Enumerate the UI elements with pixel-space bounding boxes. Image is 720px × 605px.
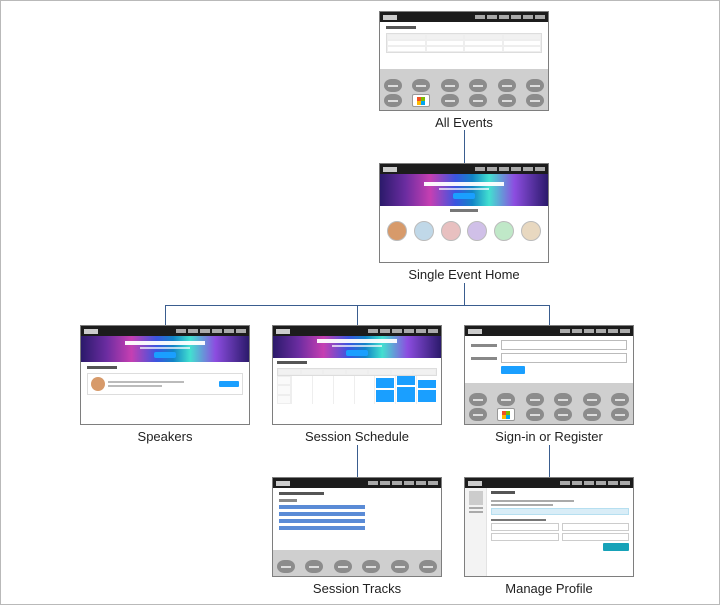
avatar xyxy=(467,221,487,241)
avatar xyxy=(494,221,514,241)
speaker-card xyxy=(87,373,243,395)
profile-photo xyxy=(469,491,483,505)
node-signin[interactable]: Sign-in or Register xyxy=(464,325,634,444)
caption-all-events: All Events xyxy=(435,115,493,130)
password-field xyxy=(501,353,627,363)
sponsor-heading xyxy=(469,386,629,391)
avatar xyxy=(387,221,407,241)
thumb-single-event-home xyxy=(379,163,549,263)
avatar xyxy=(521,221,541,241)
signin-button xyxy=(501,366,525,374)
thumb-session-tracks xyxy=(272,477,442,577)
caption-speakers: Speakers xyxy=(138,429,193,444)
avatar xyxy=(414,221,434,241)
sponsor-heading xyxy=(277,553,437,558)
node-session-tracks[interactable]: Session Tracks xyxy=(272,477,442,596)
thumb-session-schedule xyxy=(272,325,442,425)
hero-title xyxy=(424,182,504,186)
thumb-manage-profile xyxy=(464,477,634,577)
node-speakers[interactable]: Speakers xyxy=(80,325,250,444)
page-heading xyxy=(491,491,515,494)
caption-session-tracks: Session Tracks xyxy=(313,581,401,596)
page-heading xyxy=(386,26,416,29)
page-heading xyxy=(279,492,324,495)
speaker-avatars xyxy=(380,214,548,248)
events-table xyxy=(386,33,542,53)
edge-drop-signin xyxy=(549,305,550,325)
sitemap-diagram: All Events Single Event Home xyxy=(0,0,720,605)
caption-signin: Sign-in or Register xyxy=(495,429,603,444)
node-single-event-home[interactable]: Single Event Home xyxy=(379,163,549,282)
track-link xyxy=(279,505,365,509)
sponsor-heading xyxy=(384,72,544,77)
avatar xyxy=(441,221,461,241)
schedule-grid xyxy=(277,376,437,404)
avatar xyxy=(91,377,105,391)
caption-manage-profile: Manage Profile xyxy=(505,581,592,596)
caption-single-event-home: Single Event Home xyxy=(408,267,519,282)
node-session-schedule[interactable]: Session Schedule xyxy=(272,325,442,444)
hero-cta-button xyxy=(453,193,475,199)
thumb-signin xyxy=(464,325,634,425)
edge-drop-speakers xyxy=(165,305,166,325)
node-all-events[interactable]: All Events xyxy=(379,11,549,130)
first-name-field xyxy=(491,523,559,531)
edge-allevents-singlehome xyxy=(464,130,465,163)
thumb-all-events xyxy=(379,11,549,111)
phone-field xyxy=(562,533,630,541)
track-link xyxy=(279,512,365,516)
edge-schedule-tracks xyxy=(357,445,358,477)
last-name-field xyxy=(562,523,630,531)
thumb-speakers xyxy=(80,325,250,425)
view-button xyxy=(219,381,239,387)
info-alert xyxy=(491,508,629,515)
track-link xyxy=(279,526,365,530)
save-button xyxy=(603,543,629,551)
edge-signin-profile xyxy=(549,445,550,477)
node-manage-profile[interactable]: Manage Profile xyxy=(464,477,634,596)
page-heading xyxy=(87,366,117,369)
page-heading xyxy=(277,361,307,364)
edge-singlehome-stub xyxy=(464,283,465,305)
email-field xyxy=(491,533,559,541)
email-field xyxy=(501,340,627,350)
track-link xyxy=(279,519,365,523)
caption-session-schedule: Session Schedule xyxy=(305,429,409,444)
edge-drop-schedule xyxy=(357,305,358,325)
